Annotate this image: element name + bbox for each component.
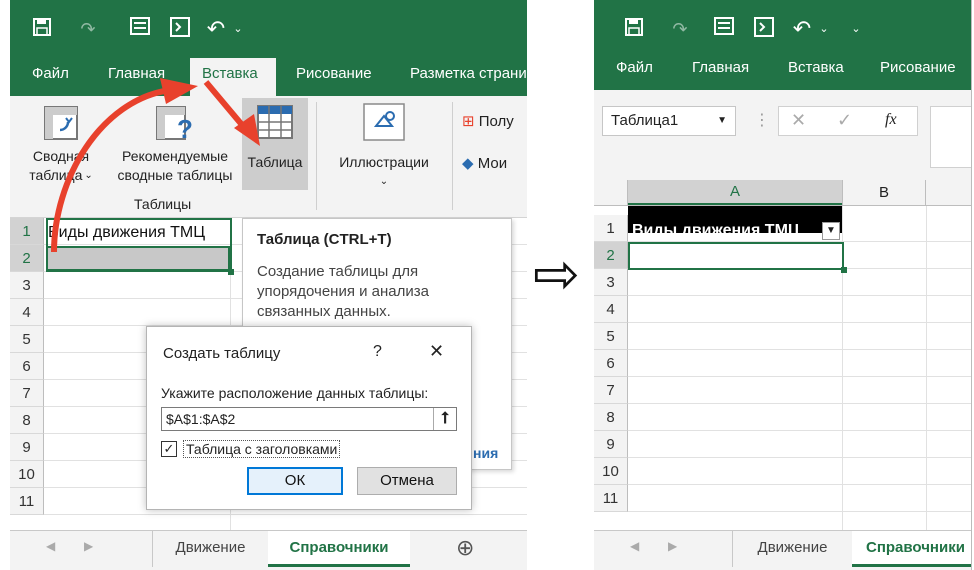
scroll-left-icon[interactable]: ◀ [630, 539, 639, 553]
formula-input[interactable] [930, 106, 971, 168]
arrow-to-insert-tab [51, 87, 171, 253]
row-gridline [628, 403, 971, 404]
ribbon-tabs: Файл Главная Вставка Рисование [594, 52, 971, 90]
fill-handle[interactable] [841, 267, 847, 273]
sheet-tab-movement[interactable]: Движение [732, 531, 852, 567]
tab-home[interactable]: Главная [692, 52, 749, 90]
left-excel-window: ↷ ↶ ⌄ Файл Главная Вставка Рисование Раз… [10, 0, 527, 570]
cancel-icon[interactable]: ✕ [791, 110, 806, 131]
tab-insert[interactable]: Вставка [788, 52, 844, 90]
formula-buttons: ✕ ✓ fx [778, 106, 918, 136]
row-header-2[interactable]: 2 [594, 242, 628, 269]
sheet-tab-bar: ◀ ▶ Движение Справочники ⊕ [10, 530, 527, 570]
save-icon[interactable] [622, 17, 646, 41]
undo-icon[interactable]: ↶ [790, 17, 814, 41]
arrow-head-1 [160, 78, 198, 104]
column-border [926, 206, 927, 530]
formula-bar-grip-icon: ⋮ [754, 112, 770, 129]
row-gridline [628, 349, 971, 350]
name-box-value: Таблица1 [611, 112, 679, 129]
row-gridline [628, 376, 971, 377]
form-icon[interactable] [712, 17, 736, 41]
row-header-1[interactable]: 1 [594, 215, 628, 242]
row-gridline [628, 322, 971, 323]
name-box[interactable]: Таблица1 ▼ [602, 106, 736, 136]
scroll-right-icon[interactable]: ▶ [84, 539, 93, 553]
tab-file[interactable]: Файл [616, 52, 653, 90]
active-cell-a2[interactable] [628, 242, 844, 270]
redo-icon[interactable]: ↷ [668, 17, 692, 41]
scroll-left-icon[interactable]: ◀ [46, 539, 55, 553]
row-header-4[interactable]: 4 [594, 296, 628, 323]
confirm-icon[interactable]: ✓ [837, 110, 852, 131]
add-sheet-icon[interactable]: ⊕ [456, 535, 474, 561]
sheet-tab-bar: ◀ ▶ Движение Справочники [594, 530, 971, 570]
tab-draw[interactable]: Рисование [880, 52, 956, 90]
row-header-7[interactable]: 7 [594, 377, 628, 404]
worksheet-grid: 1 2 3 4 5 6 7 8 9 10 11 Виды движения ТМЦ ▼ [594, 206, 971, 530]
column-headers: A B [594, 180, 971, 206]
sheet-tab-movement[interactable]: Движение [152, 531, 268, 567]
scroll-right-icon[interactable]: ▶ [668, 539, 677, 553]
macro-icon[interactable] [752, 17, 776, 41]
insert-function-icon[interactable]: fx [885, 111, 897, 129]
transition-arrow-icon: ⇨ [533, 242, 580, 305]
row-header-6[interactable]: 6 [594, 350, 628, 377]
column-header-a[interactable]: A [628, 180, 842, 205]
column-header-b[interactable]: B [842, 180, 926, 206]
quick-access-toolbar: ↷ ↶ ⌄ ⌄ [594, 0, 971, 58]
sheet-tab-reference[interactable]: Справочники [852, 531, 971, 567]
table-header-text: Виды движения ТМЦ [632, 222, 800, 239]
row-gridline [628, 295, 971, 296]
row-gridline [628, 484, 971, 485]
row-header-11[interactable]: 11 [594, 485, 628, 512]
name-box-arrow-icon[interactable]: ▼ [717, 107, 727, 135]
customize-qat-icon[interactable]: ⌄ [844, 17, 868, 41]
row-gridline [628, 457, 971, 458]
row-header-8[interactable]: 8 [594, 404, 628, 431]
right-excel-window: ↷ ↶ ⌄ ⌄ Файл Главная Вставка Рисование Т… [594, 0, 972, 570]
chevron-down-icon[interactable]: ⌄ [812, 17, 836, 41]
row-header-9[interactable]: 9 [594, 431, 628, 458]
row-gridline [628, 511, 971, 512]
annotation-arrows [51, 78, 260, 253]
sheet-tab-reference[interactable]: Справочники [268, 531, 410, 567]
filter-dropdown-icon[interactable]: ▼ [822, 222, 840, 240]
select-all-corner[interactable] [594, 180, 628, 206]
row-header-10[interactable]: 10 [594, 458, 628, 485]
formula-bar-area: Таблица1 ▼ ⋮ ✕ ✓ fx [594, 90, 971, 180]
row-header-3[interactable]: 3 [594, 269, 628, 296]
row-gridline [628, 430, 971, 431]
row-header-5[interactable]: 5 [594, 323, 628, 350]
